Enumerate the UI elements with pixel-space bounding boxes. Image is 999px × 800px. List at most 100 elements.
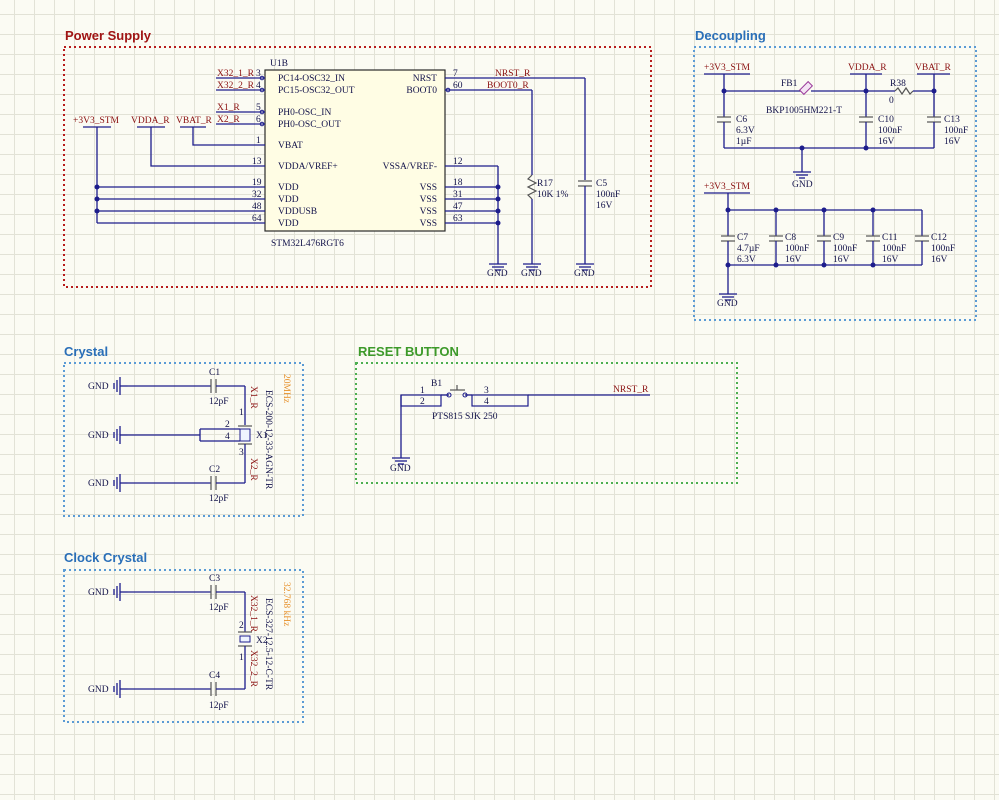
c9-designator: C9 [833,233,844,243]
c4-value: 12pF [209,701,229,711]
net-x1[interactable]: X1_R [217,103,240,113]
capacitor-c3[interactable]: C3 12pF [209,574,229,613]
gnd-label: GND [88,588,109,598]
gnd-label: GND [574,269,595,279]
gnd-label: GND [521,269,542,279]
c2-designator: C2 [209,465,220,475]
fb1-value: BKP1005HM221-T [766,106,842,116]
reset-button-header: RESET BUTTON [358,344,459,359]
b1-pin3: 3 [484,386,489,396]
resistor-r17[interactable]: R17 10K 1% [526,174,568,256]
crystal-header: Crystal [64,344,108,359]
pin-num: 48 [252,202,262,212]
pin-num: 32 [252,190,262,200]
c8-designator: C8 [785,233,796,243]
net-x32-1-clock[interactable]: X32_1_R [248,595,258,633]
c7-voltage: 6.3V [737,255,756,265]
c11-voltage: 16V [882,255,899,265]
pin-name: VDDA/VREF+ [278,162,338,172]
net-x2-crystal[interactable]: X2_R [248,458,258,481]
capacitor-c8[interactable]: C8 100nF 16V [769,233,809,265]
pin-num: 47 [453,202,463,212]
capacitor-c9[interactable]: C9 100nF 16V [817,233,857,265]
decoupling-header: Decoupling [695,28,766,43]
pin-name: VDD [278,195,299,205]
net-x32-2[interactable]: X32_2_R [217,81,255,91]
c2-value: 12pF [209,494,229,504]
net-3v3-stm-decoupling[interactable]: +3V3_STM [704,63,751,73]
x1-part-number: ECS-200-12-33-AGN-TR [263,390,273,490]
capacitor-c13[interactable]: C13 100nF 16V [927,115,968,147]
schematic-canvas: Power Supply Decoupling Crystal RESET BU… [63,28,977,723]
c13-designator: C13 [944,115,960,125]
u1b-part-number: STM32L476RGT6 [271,239,344,249]
pin-num: 31 [453,190,463,200]
pin-name: VBAT [278,141,303,151]
c6-value: 1µF [736,137,752,147]
c12-designator: C12 [931,233,947,243]
c12-voltage: 16V [931,255,948,265]
pin-name: VSSA/VREF- [383,162,437,172]
net-vbat-decoupling[interactable]: VBAT_R [915,63,952,73]
c1-value: 12pF [209,397,229,407]
net-x32-2-clock[interactable]: X32_2_R [248,650,258,688]
net-vdda-decoupling[interactable]: VDDA_R [848,63,887,73]
pin-name: VSS [420,219,437,229]
capacitor-c7[interactable]: C7 4.7µF 6.3V [721,233,760,265]
pin-name: VSS [420,207,437,217]
c13-value: 100nF [944,126,968,136]
u1b-designator: U1B [270,59,288,69]
pin-name: VSS [420,195,437,205]
net-vdda[interactable]: VDDA_R [131,116,170,126]
mcu-u1b[interactable]: U1B STM32L476RGT6 3 4 5 6 1 13 19 32 48 … [245,59,465,249]
capacitor-c11[interactable]: C11 100nF 16V [866,233,906,265]
c8-value: 100nF [785,244,809,254]
b1-pin1: 1 [420,386,425,396]
pin-num: 1 [256,136,261,146]
net-3v3-stm-bank[interactable]: +3V3_STM [704,182,751,192]
c5-voltage: 16V [596,201,613,211]
net-boot0[interactable]: BOOT0_R [487,81,529,91]
net-nrst[interactable]: NRST_R [495,69,531,79]
gnd-label: GND [717,299,738,309]
pin-name: VDD [278,183,299,193]
ferrite-fb1[interactable]: FB1 BKP1005HM221-T [766,79,842,116]
reset-button-b1[interactable]: B1 1 2 3 4 PTS815 SJK 250 [400,379,529,422]
pin-name: NRST [413,74,437,84]
reset-button-border [355,362,738,484]
net-3v3-stm[interactable]: +3V3_STM [73,116,120,126]
power-supply-header: Power Supply [65,28,152,43]
pin-num: 63 [453,214,463,224]
b1-pin4: 4 [484,397,489,407]
resistor-r38[interactable]: R38 0 [889,79,914,106]
pin-name: PC15-OSC32_OUT [278,86,355,96]
gnd-label: GND [88,431,109,441]
net-x2[interactable]: X2_R [217,115,240,125]
net-nrst-reset[interactable]: NRST_R [613,385,649,395]
c9-value: 100nF [833,244,857,254]
c3-designator: C3 [209,574,220,584]
pin-name: VSS [420,183,437,193]
capacitor-c6[interactable]: C6 6.3V 1µF [717,115,755,147]
c1-designator: C1 [209,368,220,378]
c11-value: 100nF [882,244,906,254]
capacitor-c12[interactable]: C12 100nF 16V [915,233,955,265]
capacitor-c4[interactable]: C4 12pF [209,671,229,711]
pin-num: 19 [252,178,262,188]
gnd-label: GND [390,464,411,474]
pin-name: PH0-OSC_IN [278,108,331,118]
pin-name: PC14-OSC32_IN [278,74,345,84]
net-x32-1[interactable]: X32_1_R [217,69,255,79]
capacitor-c2[interactable]: C2 12pF [209,465,229,504]
pin-num: 12 [453,157,463,167]
c3-value: 12pF [209,603,229,613]
net-x1-crystal[interactable]: X1_R [248,386,258,409]
fb1-designator: FB1 [781,79,798,89]
pin-name: PH0-OSC_OUT [278,120,341,130]
capacitor-c5[interactable]: C5 100nF 16V [578,179,620,256]
pin-num: 13 [252,157,262,167]
capacitor-c1[interactable]: C1 12pF [209,368,229,407]
net-vbat[interactable]: VBAT_R [176,116,213,126]
crystal-x1[interactable]: X1 2 4 1 3 [225,408,268,458]
b1-pin2: 2 [420,397,425,407]
